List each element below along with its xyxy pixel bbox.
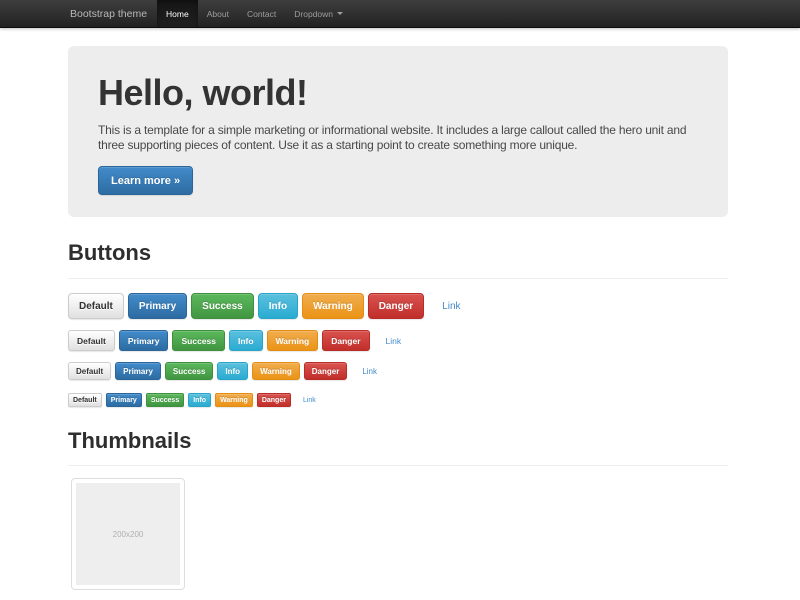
nav-item-contact-label: Contact — [247, 9, 276, 19]
hero-text: This is a template for a simple marketin… — [98, 123, 698, 153]
primary-button-xs[interactable]: Primary — [106, 393, 142, 407]
link-button-lg[interactable]: Link — [431, 293, 471, 319]
learn-more-button[interactable]: Learn more » — [98, 166, 193, 195]
warning-button-sm[interactable]: Warning — [252, 362, 300, 380]
primary-button-sm[interactable]: Primary — [115, 362, 161, 380]
navbar: Bootstrap theme Home About Contact Dropd… — [0, 0, 800, 28]
nav-item-dropdown-label: Dropdown — [294, 9, 333, 19]
primary-button-md[interactable]: Primary — [119, 330, 169, 351]
navbar-brand[interactable]: Bootstrap theme — [70, 0, 147, 27]
button-rows: DefaultPrimarySuccessInfoWarningDangerLi… — [68, 293, 728, 407]
primary-button-lg[interactable]: Primary — [128, 293, 187, 319]
warning-button-md[interactable]: Warning — [267, 330, 319, 351]
info-button-lg[interactable]: Info — [258, 293, 298, 319]
thumbnail[interactable]: 200x200 — [71, 478, 185, 590]
buttons-heading: Buttons — [68, 241, 728, 265]
nav-item-contact[interactable]: Contact — [238, 0, 285, 27]
success-button-md[interactable]: Success — [172, 330, 225, 351]
hero-unit: Hello, world! This is a template for a s… — [68, 46, 728, 217]
thumbnail-placeholder-image: 200x200 — [76, 483, 180, 585]
danger-button-lg[interactable]: Danger — [368, 293, 424, 319]
default-button-xs[interactable]: Default — [68, 393, 102, 407]
hero-title: Hello, world! — [98, 72, 698, 114]
warning-button-lg[interactable]: Warning — [302, 293, 364, 319]
info-button-xs[interactable]: Info — [188, 393, 211, 407]
default-button-lg[interactable]: Default — [68, 293, 124, 319]
info-button-sm[interactable]: Info — [217, 362, 248, 380]
button-row-lg: DefaultPrimarySuccessInfoWarningDanger Li… — [68, 293, 728, 319]
danger-button-sm[interactable]: Danger — [304, 362, 348, 380]
nav-item-about[interactable]: About — [198, 0, 238, 27]
button-row-xs: Default Primary Success Info Warning Danger Li… — [68, 393, 728, 407]
default-button-sm[interactable]: Default — [68, 362, 111, 380]
nav-item-about-label: About — [207, 9, 229, 19]
default-button-md[interactable]: Default — [68, 330, 115, 351]
warning-button-xs[interactable]: Warning — [215, 393, 253, 407]
main-content: Buttons DefaultPrimarySuccessInfoWarning… — [68, 241, 728, 590]
link-button-sm[interactable]: Link — [354, 362, 385, 380]
danger-button-md[interactable]: Danger — [322, 330, 369, 351]
success-button-lg[interactable]: Success — [191, 293, 254, 319]
caret-down-icon — [337, 12, 343, 15]
info-button-md[interactable]: Info — [229, 330, 263, 351]
link-button-xs[interactable]: Link — [298, 393, 321, 407]
buttons-section-header: Buttons — [68, 241, 728, 279]
success-button-xs[interactable]: Success — [146, 393, 184, 407]
nav-item-home[interactable]: Home — [157, 0, 198, 27]
link-button-md[interactable]: Link — [377, 330, 411, 351]
nav-item-home-label: Home — [166, 9, 189, 19]
button-row-sm: DefaultPrimarySuccessInfoWarningDanger Li… — [68, 362, 728, 380]
thumbnails-section-header: Thumbnails — [68, 429, 728, 466]
danger-button-xs[interactable]: Danger — [257, 393, 291, 407]
button-row-md: DefaultPrimarySuccessInfoWarningDanger Li… — [68, 330, 728, 351]
nav-item-dropdown[interactable]: Dropdown — [285, 0, 352, 27]
thumbnails-heading: Thumbnails — [68, 429, 728, 453]
thumbnail-placeholder-label: 200x200 — [113, 530, 144, 539]
success-button-sm[interactable]: Success — [165, 362, 213, 380]
